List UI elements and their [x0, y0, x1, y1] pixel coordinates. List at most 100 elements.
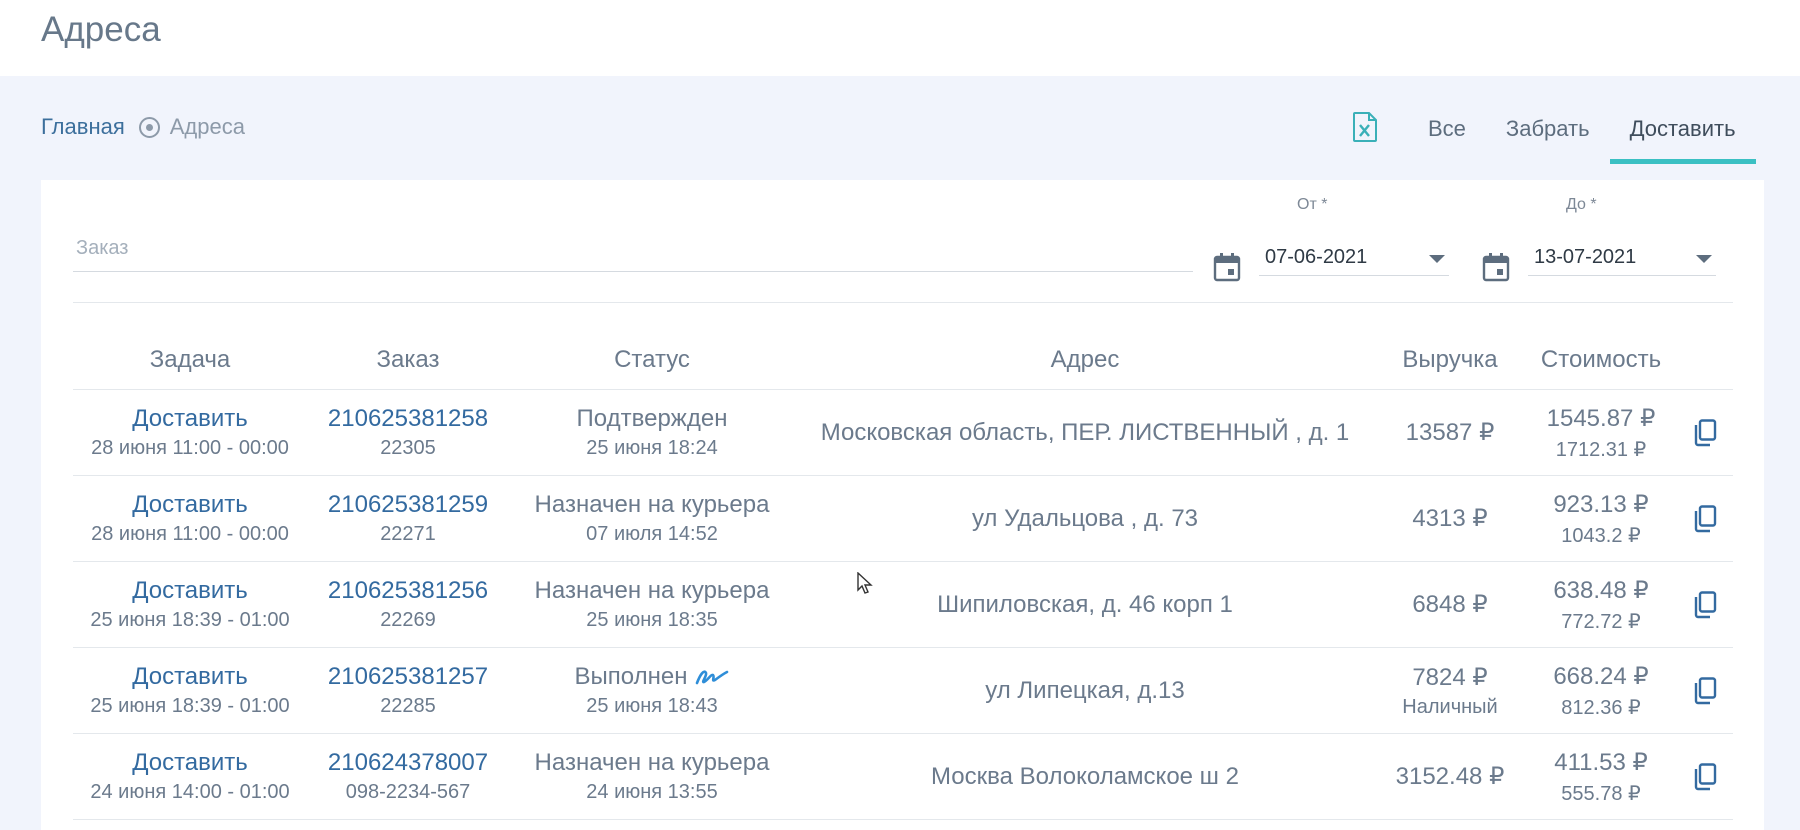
tab-all[interactable]: Все [1408, 102, 1486, 164]
status-time: 25 июня 18:43 [586, 695, 718, 717]
task-time: 25 июня 18:39 - 01:00 [90, 695, 290, 717]
address-cell: ул Удальцова , д. 73 [795, 476, 1375, 561]
column-header-status[interactable]: Статус [509, 332, 795, 389]
cost-sub-value: 772.72 ₽ [1561, 610, 1641, 633]
status-cell: Выполнен 25 июня 18:43 [509, 648, 795, 733]
copy-icon[interactable] [1692, 762, 1718, 791]
payment-method: Наличный [1402, 695, 1498, 718]
address-text: Московская область, ПЕР. ЛИСТВЕННЫЙ , д.… [820, 418, 1350, 446]
table-row[interactable]: Доставить 28 июня 11:00 - 00:00 21062538… [73, 390, 1733, 476]
status-label: Выполнен [574, 663, 688, 690]
task-type-tabs: Все Забрать Доставить [1408, 102, 1756, 164]
revenue-value: 6848 ₽ [1412, 591, 1488, 618]
signature-icon[interactable] [695, 666, 729, 688]
table-row[interactable]: Доставить 25 июня 18:39 - 01:00 21062538… [73, 562, 1733, 648]
order-search-input[interactable] [73, 228, 1193, 268]
status-time: 25 июня 18:24 [586, 437, 718, 459]
copy-icon[interactable] [1692, 676, 1718, 705]
cost-sub-value: 812.36 ₽ [1561, 696, 1641, 719]
revenue-value: 3152.48 ₽ [1395, 763, 1505, 790]
actions-cell [1677, 562, 1733, 647]
filter-divider [73, 302, 1733, 303]
status-text: Назначен на курьера [535, 749, 770, 777]
order-search-field [73, 228, 1193, 272]
task-cell: Доставить 25 июня 18:39 - 01:00 [73, 562, 307, 647]
address-text: ул Липецкая, д.13 [985, 676, 1185, 704]
revenue-cell: 6848 ₽ [1375, 562, 1525, 647]
status-cell: Подтвержден 25 июня 18:24 [509, 390, 795, 475]
revenue-cell: 4313 ₽ [1375, 476, 1525, 561]
cost-cell: 411.53 ₽ 555.78 ₽ [1525, 734, 1677, 819]
table-row[interactable]: Доставить 25 июня 18:39 - 01:00 21062538… [73, 648, 1733, 734]
chevron-down-icon[interactable] [1696, 255, 1712, 263]
revenue-cell: 7824 ₽ Наличный [1375, 648, 1525, 733]
date-to-field[interactable]: 13-07-2021 [1528, 240, 1716, 276]
column-header-task[interactable]: Задача [73, 332, 307, 389]
task-link[interactable]: Доставить [132, 405, 248, 433]
task-link[interactable]: Доставить [132, 577, 248, 605]
order-number: 22271 [380, 523, 436, 545]
order-link[interactable]: 210625381259 [328, 491, 488, 519]
date-from-value: 07-06-2021 [1265, 246, 1368, 268]
status-label: Подтвержден [576, 405, 728, 432]
revenue-cell: 3152.48 ₽ [1375, 734, 1525, 819]
calendar-icon[interactable] [1482, 252, 1510, 282]
status-label: Назначен на курьера [534, 491, 770, 518]
order-link[interactable]: 210625381257 [328, 663, 488, 691]
order-number: 22305 [380, 437, 436, 459]
order-number: 22269 [380, 609, 436, 631]
order-cell: 210625381258 22305 [307, 390, 509, 475]
task-time: 25 июня 18:39 - 01:00 [90, 609, 290, 631]
status-label: Назначен на курьера [534, 749, 770, 776]
order-link[interactable]: 210625381256 [328, 577, 488, 605]
date-to-label: До * [1566, 196, 1597, 213]
order-link[interactable]: 210624378007 [328, 749, 488, 777]
actions-cell [1677, 476, 1733, 561]
task-time: 24 июня 14:00 - 01:00 [90, 781, 290, 803]
cost-sub-value: 555.78 ₽ [1561, 782, 1641, 805]
status-label: Назначен на курьера [534, 577, 770, 604]
breadcrumb-current: Адреса [169, 114, 245, 139]
task-cell: Доставить 28 июня 11:00 - 00:00 [73, 390, 307, 475]
status-text: Подтвержден [577, 405, 728, 433]
copy-icon[interactable] [1692, 504, 1718, 533]
revenue-value: 13587 ₽ [1405, 419, 1495, 446]
addresses-card: От * 07-06-2021 До * 13-07-2021 Задача З… [41, 180, 1764, 830]
address-cell: ул Липецкая, д.13 [795, 648, 1375, 733]
cost-cell: 638.48 ₽ 772.72 ₽ [1525, 562, 1677, 647]
excel-file-icon[interactable] [1352, 112, 1378, 142]
breadcrumb-home-link[interactable]: Главная [41, 114, 125, 140]
tab-deliver[interactable]: Доставить [1609, 102, 1756, 164]
column-header-address[interactable]: Адрес [795, 332, 1375, 389]
status-cell: Назначен на курьера 24 июня 13:55 [509, 734, 795, 819]
task-link[interactable]: Доставить [132, 491, 248, 519]
task-link[interactable]: Доставить [132, 749, 248, 777]
task-time: 28 июня 11:00 - 00:00 [91, 523, 289, 545]
page-title: Адреса [41, 10, 161, 49]
actions-cell [1677, 734, 1733, 819]
breadcrumb-separator-icon [138, 116, 160, 138]
task-link[interactable]: Доставить [132, 663, 248, 691]
column-header-revenue[interactable]: Выручка [1375, 332, 1525, 389]
order-cell: 210625381259 22271 [307, 476, 509, 561]
status-cell: Назначен на курьера 25 июня 18:35 [509, 562, 795, 647]
date-to-group: До * 13-07-2021 [1482, 196, 1722, 282]
column-header-actions [1677, 332, 1733, 389]
date-from-label: От * [1297, 196, 1328, 213]
table-row[interactable]: Доставить 28 июня 11:00 - 00:00 21062538… [73, 476, 1733, 562]
column-header-order[interactable]: Заказ [307, 332, 509, 389]
cost-value: 411.53 ₽ [1554, 748, 1648, 776]
date-from-field[interactable]: 07-06-2021 [1259, 240, 1449, 276]
copy-icon[interactable] [1692, 418, 1718, 447]
chevron-down-icon[interactable] [1429, 255, 1445, 263]
tab-pickup[interactable]: Забрать [1486, 102, 1610, 164]
cost-value: 923.13 ₽ [1553, 490, 1649, 518]
order-link[interactable]: 210625381258 [328, 405, 488, 433]
table-row[interactable]: Доставить 24 июня 14:00 - 01:00 21062437… [73, 734, 1733, 820]
column-header-cost[interactable]: Стоимость [1525, 332, 1677, 389]
address-cell: Москва Волоколамское ш 2 [795, 734, 1375, 819]
task-cell: Доставить 28 июня 11:00 - 00:00 [73, 476, 307, 561]
calendar-icon[interactable] [1213, 252, 1241, 282]
copy-icon[interactable] [1692, 590, 1718, 619]
cost-cell: 923.13 ₽ 1043.2 ₽ [1525, 476, 1677, 561]
